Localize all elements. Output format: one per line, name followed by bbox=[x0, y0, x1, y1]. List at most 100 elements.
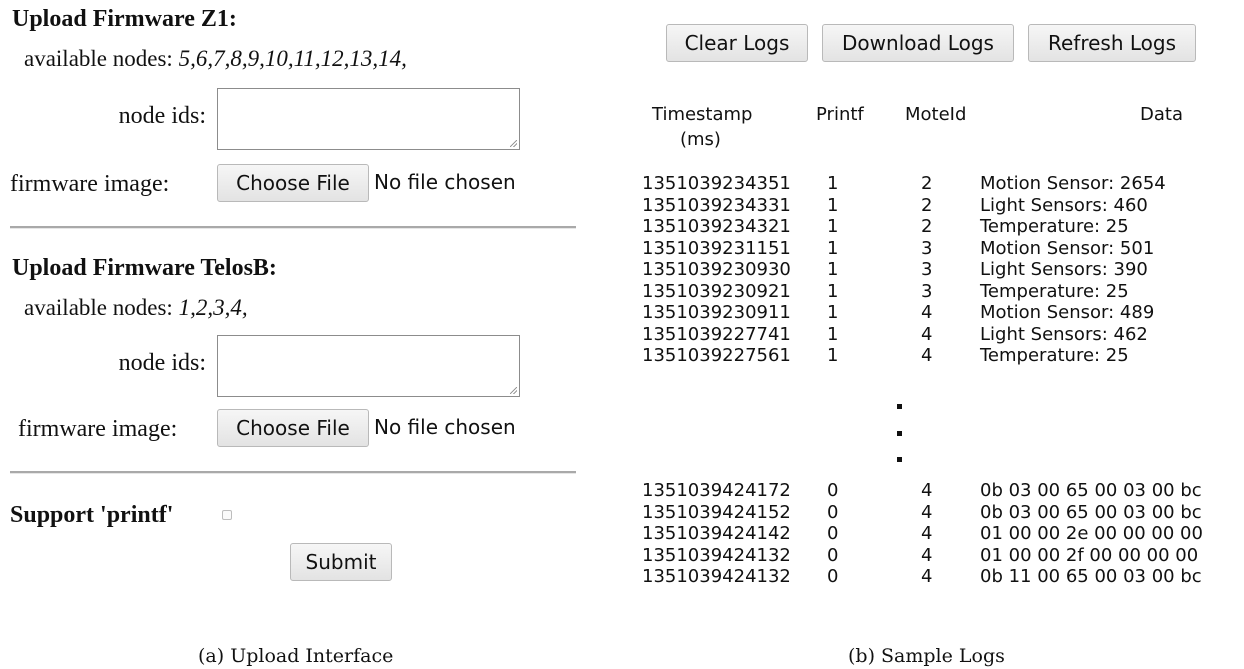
log-moteid: 2 bbox=[921, 216, 933, 237]
telosb-firmware-image-label: firmware image: bbox=[18, 416, 178, 442]
telosb-available-nodes-row: available nodes: 1,2,3,4, bbox=[24, 295, 248, 321]
data-column-header: Data bbox=[1140, 104, 1183, 125]
log-moteid: 4 bbox=[921, 544, 933, 566]
ellipsis-dot bbox=[897, 457, 902, 462]
clear-logs-button[interactable]: Clear Logs bbox=[666, 24, 808, 62]
z1-available-nodes: 5,6,7,8,9,10,11,12,13,14, bbox=[178, 46, 407, 71]
log-row: 1351039234331 1 2 Light Sensors: 460 bbox=[640, 195, 1240, 217]
log-moteid: 4 bbox=[921, 566, 933, 587]
log-data: 0b 03 00 65 00 03 00 bc bbox=[980, 480, 1202, 501]
log-moteid: 4 bbox=[921, 501, 933, 523]
log-timestamp: 1351039230911 bbox=[642, 302, 791, 323]
log-row: 1351039230911 1 4 Motion Sensor: 489 bbox=[640, 302, 1240, 324]
log-row: 1351039234351 1 2 Motion Sensor: 2654 bbox=[640, 173, 1240, 195]
section-divider bbox=[10, 226, 576, 229]
log-timestamp: 1351039230921 bbox=[642, 280, 791, 302]
log-row: 1351039424152 0 4 0b 03 00 65 00 03 00 bc bbox=[640, 502, 1240, 524]
log-printf: 1 bbox=[827, 280, 839, 302]
log-timestamp: 1351039424132 bbox=[642, 566, 791, 587]
support-printf-label: Support 'printf' bbox=[10, 502, 174, 528]
telosb-node-ids-input[interactable] bbox=[217, 335, 520, 397]
log-printf: 0 bbox=[827, 501, 839, 523]
z1-firmware-image-label: firmware image: bbox=[10, 171, 170, 197]
log-data: Temperature: 25 bbox=[980, 280, 1129, 302]
log-data: Light Sensors: 390 bbox=[980, 259, 1148, 280]
log-data: 0b 11 00 65 00 03 00 bc bbox=[980, 566, 1202, 587]
log-data: Motion Sensor: 489 bbox=[980, 302, 1155, 323]
log-row: 1351039227561 1 4 Temperature: 25 bbox=[640, 345, 1240, 367]
log-moteid: 3 bbox=[921, 280, 933, 302]
log-moteid: 2 bbox=[921, 194, 933, 216]
log-row: 1351039424142 0 4 01 00 00 2e 00 00 00 00 bbox=[640, 523, 1240, 545]
log-row: 1351039230921 1 3 Temperature: 25 bbox=[640, 281, 1240, 303]
printf-column-header: Printf bbox=[816, 104, 864, 125]
log-data: Light Sensors: 462 bbox=[980, 323, 1148, 345]
log-timestamp: 1351039234351 bbox=[642, 173, 791, 194]
log-row: 1351039227741 1 4 Light Sensors: 462 bbox=[640, 324, 1240, 346]
z1-section-title: Upload Firmware Z1: bbox=[12, 6, 237, 32]
z1-node-ids-label: node ids: bbox=[118, 103, 206, 129]
log-timestamp: 1351039424132 bbox=[642, 544, 791, 566]
moteid-column-header: MoteId bbox=[905, 104, 967, 125]
ellipsis-dot bbox=[897, 404, 902, 409]
download-logs-button[interactable]: Download Logs bbox=[822, 24, 1014, 62]
log-moteid: 4 bbox=[921, 523, 933, 544]
ellipsis-dot bbox=[897, 431, 902, 436]
telosb-available-nodes: 1,2,3,4, bbox=[178, 295, 248, 320]
log-data: Temperature: 25 bbox=[980, 216, 1129, 237]
log-moteid: 4 bbox=[921, 302, 933, 323]
log-printf: 1 bbox=[827, 194, 839, 216]
log-moteid: 3 bbox=[921, 259, 933, 280]
z1-choose-file-button[interactable]: Choose File bbox=[217, 164, 369, 202]
log-printf: 0 bbox=[827, 566, 839, 587]
log-moteid: 4 bbox=[921, 345, 933, 366]
timestamp-column-header: Timestamp bbox=[652, 104, 753, 125]
z1-node-ids-input[interactable] bbox=[217, 88, 520, 150]
log-moteid: 3 bbox=[921, 237, 933, 259]
log-data: 0b 03 00 65 00 03 00 bc bbox=[980, 501, 1202, 523]
log-printf: 1 bbox=[827, 173, 839, 194]
log-row: 1351039234321 1 2 Temperature: 25 bbox=[640, 216, 1240, 238]
log-printf: 1 bbox=[827, 216, 839, 237]
log-printf: 1 bbox=[827, 345, 839, 366]
upload-interface-caption: (a) Upload Interface bbox=[198, 645, 394, 667]
log-printf: 0 bbox=[827, 544, 839, 566]
timestamp-unit-label: (ms) bbox=[680, 129, 721, 150]
log-timestamp: 1351039424172 bbox=[642, 480, 791, 501]
log-timestamp: 1351039424152 bbox=[642, 501, 791, 523]
log-row: 1351039230930 1 3 Light Sensors: 390 bbox=[640, 259, 1240, 281]
log-timestamp: 1351039234321 bbox=[642, 216, 791, 237]
log-timestamp: 1351039227561 bbox=[642, 345, 791, 366]
sample-logs-caption: (b) Sample Logs bbox=[848, 645, 1005, 667]
log-row: 1351039424132 0 4 01 00 00 2f 00 00 00 00 bbox=[640, 545, 1240, 567]
log-data: Temperature: 25 bbox=[980, 345, 1129, 366]
log-timestamp: 1351039230930 bbox=[642, 259, 791, 280]
log-timestamp: 1351039234331 bbox=[642, 194, 791, 216]
support-printf-checkbox[interactable] bbox=[222, 510, 232, 520]
log-data: Motion Sensor: 2654 bbox=[980, 173, 1166, 194]
log-data: 01 00 00 2f 00 00 00 00 bbox=[980, 544, 1199, 566]
log-moteid: 4 bbox=[921, 480, 933, 501]
log-printf: 1 bbox=[827, 237, 839, 259]
log-moteid: 2 bbox=[921, 173, 933, 194]
submit-button[interactable]: Submit bbox=[290, 543, 392, 581]
z1-available-label: available nodes: bbox=[24, 46, 173, 71]
log-data: Motion Sensor: 501 bbox=[980, 237, 1155, 259]
section-divider bbox=[10, 471, 576, 474]
z1-no-file-text: No file chosen bbox=[374, 170, 516, 194]
log-printf: 0 bbox=[827, 523, 839, 544]
log-row: 1351039424172 0 4 0b 03 00 65 00 03 00 bc bbox=[640, 480, 1240, 502]
telosb-section-title: Upload Firmware TelosB: bbox=[12, 255, 277, 281]
log-printf: 1 bbox=[827, 323, 839, 345]
log-printf: 1 bbox=[827, 259, 839, 280]
telosb-node-ids-label: node ids: bbox=[118, 350, 206, 376]
log-row: 1351039424132 0 4 0b 11 00 65 00 03 00 bc bbox=[640, 566, 1240, 588]
refresh-logs-button[interactable]: Refresh Logs bbox=[1028, 24, 1196, 62]
telosb-choose-file-button[interactable]: Choose File bbox=[217, 409, 369, 447]
telosb-available-label: available nodes: bbox=[24, 295, 173, 320]
log-printf: 1 bbox=[827, 302, 839, 323]
log-data: 01 00 00 2e 00 00 00 00 bbox=[980, 523, 1203, 544]
log-data: Light Sensors: 460 bbox=[980, 194, 1148, 216]
log-timestamp: 1351039227741 bbox=[642, 323, 791, 345]
telosb-no-file-text: No file chosen bbox=[374, 415, 516, 439]
